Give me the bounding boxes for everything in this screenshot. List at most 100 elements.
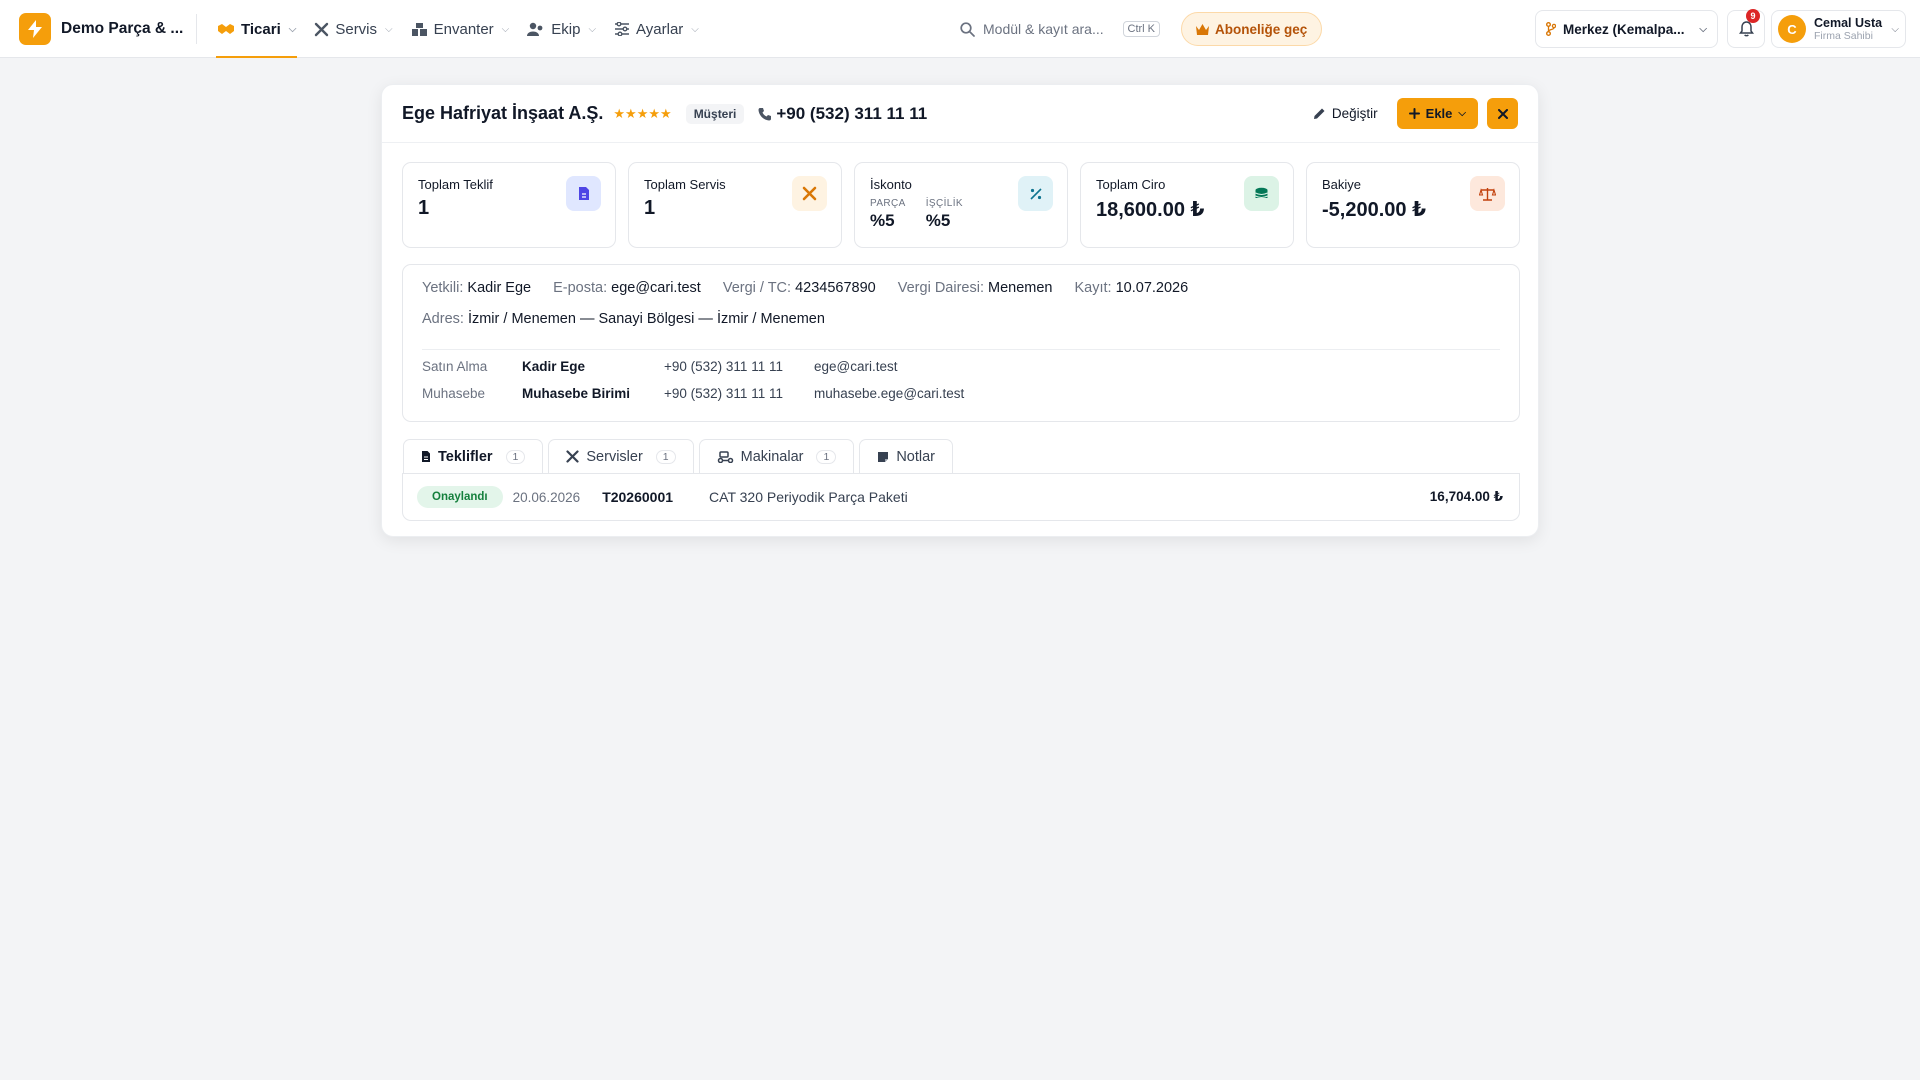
discount-parts-label: PARÇA xyxy=(870,198,906,209)
upgrade-label: Aboneliğe geç xyxy=(1215,21,1308,37)
contact-email[interactable]: ege@cari.test xyxy=(814,359,898,374)
contact-phone[interactable]: +90 (532) 311 11 11 xyxy=(664,359,814,374)
customer-detail-card: Ege Hafriyat İnşaat A.Ş. ★★★★★ Müşteri +… xyxy=(381,84,1539,537)
customer-info-panel: Yetkili: Kadir Ege E-posta: ege@cari.tes… xyxy=(402,264,1520,422)
upgrade-button[interactable]: Aboneliğe geç xyxy=(1181,12,1323,46)
chevron-down-icon: ⌵ xyxy=(288,23,297,35)
tab-offers[interactable]: Teklifler 1 xyxy=(403,439,544,473)
nav-item-ticari[interactable]: Ticari ⌵ xyxy=(208,0,305,58)
list-item[interactable]: Onaylandı 20.06.2026 T20260001 CAT 320 P… xyxy=(403,474,1519,520)
card-header: Ege Hafriyat İnşaat A.Ş. ★★★★★ Müşteri +… xyxy=(382,85,1538,143)
app-logo[interactable] xyxy=(19,13,51,45)
info-email: E-posta: ege@cari.test xyxy=(553,280,701,296)
users-icon xyxy=(527,22,545,36)
nav-label: Servis xyxy=(335,20,378,38)
offer-date: 20.06.2026 xyxy=(512,489,581,505)
nav-label: Ayarlar xyxy=(636,20,684,38)
warehouse-icon xyxy=(411,22,428,37)
contact-name: Muhasebe Birimi xyxy=(522,386,631,401)
customer-title: Ege Hafriyat İnşaat A.Ş. xyxy=(402,103,604,123)
phone-number: +90 (532) 311 11 11 xyxy=(776,103,928,123)
contact-role: Muhasebe xyxy=(422,386,486,401)
lightning-icon xyxy=(27,20,43,38)
tab-services[interactable]: Servisler 1 xyxy=(548,439,694,473)
contact-row: Muhasebe Muhasebe Birimi +90 (532) 311 1… xyxy=(422,386,964,401)
customer-phone[interactable]: +90 (532) 311 11 11 xyxy=(758,104,927,124)
top-navbar: Demo Parça & ... Ticari ⌵ Servis ⌵ Envan… xyxy=(0,0,1920,58)
tab-machines[interactable]: Makinalar 1 xyxy=(698,439,855,473)
stat-total-offers: Toplam Teklif 1 xyxy=(402,162,616,248)
stats-row: Toplam Teklif 1 Toplam Servis 1 İskonto … xyxy=(402,162,1520,248)
status-badge: Onaylandı xyxy=(417,486,503,508)
phone-icon xyxy=(758,107,772,121)
document-icon xyxy=(421,450,431,463)
tab-label: Servisler xyxy=(586,448,643,465)
info-label: Kayıt: xyxy=(1074,280,1112,296)
chevron-down-icon: ⌵ xyxy=(501,23,510,35)
add-label: Ekle xyxy=(1425,106,1453,121)
nav-label: Ekip xyxy=(551,20,581,38)
tools-icon xyxy=(566,450,579,463)
user-role: Firma Sahibi xyxy=(1814,29,1873,42)
discount-parts: PARÇA %5 xyxy=(870,198,906,231)
coins-icon xyxy=(1244,176,1279,211)
search-placeholder: Modül & kayıt ara... xyxy=(983,21,1104,37)
excavator-icon xyxy=(717,450,734,463)
percent-icon xyxy=(1018,176,1053,211)
search-input[interactable]: Modül & kayıt ara... Ctrl K xyxy=(950,12,1170,46)
info-value: ege@cari.test xyxy=(611,280,701,296)
scale-icon xyxy=(1470,176,1505,211)
chevron-down-icon: ⌵ xyxy=(385,23,393,35)
avatar: C xyxy=(1778,15,1806,43)
user-name: Cemal Usta xyxy=(1814,15,1883,30)
info-label: Vergi / TC: xyxy=(722,280,792,296)
branch-selector[interactable]: Merkez (Kemalpa... ⌵ xyxy=(1535,10,1718,48)
notifications-button[interactable]: 9 xyxy=(1727,9,1765,48)
stat-discount: İskonto PARÇA %5 İŞÇİLİK %5 xyxy=(854,162,1068,248)
offer-amount: 16,704.00 ₺ xyxy=(1429,489,1503,504)
close-button[interactable] xyxy=(1487,98,1518,129)
info-value: İzmir / Menemen — Sanayi Bölgesi — İzmir… xyxy=(467,311,825,327)
close-icon xyxy=(1497,108,1508,119)
nav-item-servis[interactable]: Servis ⌵ xyxy=(305,0,401,58)
discount-parts-value: %5 xyxy=(870,211,895,230)
header-actions: Değiştir Ekle ⌵ xyxy=(1303,98,1518,129)
plus-icon xyxy=(1408,108,1420,119)
nav-label: Ticari xyxy=(241,20,281,38)
contact-email[interactable]: muhasebe.ege@cari.test xyxy=(814,386,964,401)
tools-icon xyxy=(792,176,827,211)
contact-row: Satın Alma Kadir Ege +90 (532) 311 11 11… xyxy=(422,359,898,374)
info-label: E-posta: xyxy=(553,280,608,296)
info-value: 10.07.2026 xyxy=(1115,280,1189,296)
detail-tabs: Teklifler 1 Servisler 1 Makinalar 1 Notl… xyxy=(403,439,954,473)
discount-labor-label: İŞÇİLİK xyxy=(925,198,963,209)
tab-count: 1 xyxy=(816,449,837,464)
nav-item-ekip[interactable]: Ekip ⌵ xyxy=(518,0,605,58)
branch-label: Merkez (Kemalpa... xyxy=(1563,21,1685,37)
add-button[interactable]: Ekle ⌵ xyxy=(1396,98,1478,129)
nav-item-envanter[interactable]: Envanter ⌵ xyxy=(402,0,519,58)
user-menu[interactable]: C Cemal Usta Firma Sahibi ⌵ xyxy=(1771,10,1906,48)
offers-list: Onaylandı 20.06.2026 T20260001 CAT 320 P… xyxy=(402,473,1520,521)
contact-phone[interactable]: +90 (532) 311 11 11 xyxy=(664,386,814,401)
discount-labor: İŞÇİLİK %5 xyxy=(926,198,963,231)
edit-label: Değiştir xyxy=(1331,106,1378,121)
tab-label: Makinalar xyxy=(740,448,804,465)
info-address: Adres: İzmir / Menemen — Sanayi Bölgesi … xyxy=(422,311,825,327)
edit-button[interactable]: Değiştir xyxy=(1303,99,1388,129)
stat-total-services: Toplam Servis 1 xyxy=(628,162,842,248)
crown-icon xyxy=(1196,23,1209,35)
tab-label: Notlar xyxy=(896,448,936,465)
customer-type-badge: Müşteri xyxy=(685,103,745,124)
chevron-down-icon: ⌵ xyxy=(1458,108,1466,119)
chevron-down-icon: ⌵ xyxy=(1699,23,1707,35)
tab-notes[interactable]: Notlar xyxy=(859,439,954,473)
contact-role: Satın Alma xyxy=(422,359,488,374)
tools-icon xyxy=(314,22,329,37)
search-icon xyxy=(960,21,975,37)
info-label: Vergi Dairesi: xyxy=(897,280,984,296)
info-value: 4234567890 xyxy=(795,280,876,296)
brand-name[interactable]: Demo Parça & ... xyxy=(61,20,183,38)
nav-label: Envanter xyxy=(433,20,494,38)
nav-item-ayarlar[interactable]: Ayarlar ⌵ xyxy=(605,0,708,58)
